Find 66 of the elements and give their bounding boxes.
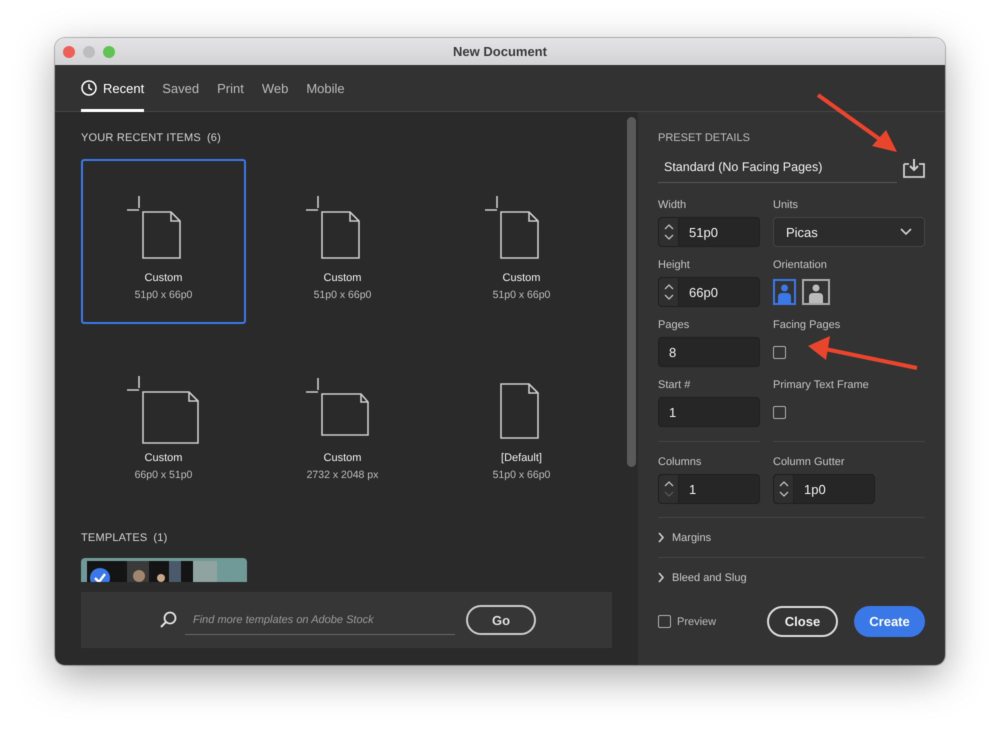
tile-size: 66p0 x 51p0 [134, 469, 192, 481]
number-field[interactable]: 1 [658, 474, 760, 504]
tile-size: 51p0 x 66p0 [134, 289, 192, 301]
preset-name-field[interactable]: Standard (No Facing Pages) [658, 152, 897, 183]
checkbox[interactable] [773, 406, 786, 418]
tile-size: 51p0 x 66p0 [314, 289, 372, 301]
document-tile[interactable]: Custom 66p0 x 51p0 [81, 339, 246, 504]
checkbox[interactable] [658, 615, 671, 628]
section-heading: PRESET DETAILS [658, 132, 751, 144]
field-label: Width [658, 199, 688, 212]
chevron-right-icon [658, 572, 665, 583]
document-tile[interactable]: [Default] 51p0 x 66p0 [439, 339, 604, 504]
section-heading: TEMPLATES [81, 532, 148, 544]
section-toggle[interactable]: Bleed and Slug [658, 557, 925, 597]
field-label: Units [773, 199, 800, 212]
number-field[interactable]: 1p0 [773, 474, 875, 504]
tile-name: Custom [144, 272, 182, 284]
landscape-orientation-icon[interactable] [802, 279, 830, 305]
chevron-down-icon [900, 228, 912, 236]
chevron-right-icon [658, 532, 665, 543]
document-tile[interactable]: Custom 51p0 x 66p0 [439, 159, 604, 324]
tile-name: Custom [144, 452, 182, 464]
field-label: Column Gutter [773, 456, 846, 469]
checkbox[interactable] [773, 346, 786, 358]
create-button[interactable]: Create [854, 606, 925, 637]
clock-icon [81, 80, 97, 96]
number-field[interactable]: 66p0 [658, 277, 760, 307]
document-tile[interactable]: Custom 2732 x 2048 px [260, 339, 425, 504]
text-field[interactable]: 8 [658, 337, 760, 367]
checkbox-label: Preview [677, 616, 716, 628]
go-button[interactable]: Go [466, 605, 536, 635]
item-count: (1) [153, 532, 168, 544]
field-label: Pages [658, 319, 690, 332]
save-preset-icon[interactable] [903, 158, 925, 178]
scrollbar[interactable] [627, 117, 636, 467]
field-label: Height [658, 259, 691, 272]
search-icon [159, 611, 177, 629]
document-tile[interactable]: Custom 51p0 x 66p0 [81, 159, 246, 324]
portrait-orientation-icon[interactable] [773, 279, 796, 305]
window-title: New Document [453, 44, 547, 59]
field-label: Columns [658, 456, 702, 469]
section-heading: YOUR RECENT ITEMS [81, 132, 201, 144]
document-icon [126, 376, 200, 446]
field-label: Orientation [773, 259, 828, 272]
section-toggle[interactable]: Margins [658, 517, 925, 557]
tile-size: 2732 x 2048 px [306, 469, 378, 481]
field-label: Start # [658, 379, 692, 392]
units-dropdown[interactable]: Picas [773, 217, 925, 247]
tab[interactable]: Saved [162, 65, 200, 112]
field-label: Primary Text Frame [773, 379, 870, 392]
document-tile[interactable]: Custom 51p0 x 66p0 [260, 159, 425, 324]
tile-name: Custom [324, 272, 362, 284]
tab[interactable]: Print [217, 65, 244, 112]
text-field[interactable]: 1 [658, 397, 760, 427]
tile-size: 51p0 x 66p0 [492, 469, 550, 481]
close-button[interactable]: Close [767, 606, 838, 637]
item-count: (6) [206, 132, 221, 144]
tab[interactable]: Mobile [306, 65, 345, 112]
tab[interactable]: Web [262, 65, 288, 112]
tile-name: [Default] [501, 452, 542, 464]
tile-size: 51p0 x 66p0 [492, 289, 550, 301]
number-field[interactable]: 51p0 [658, 217, 760, 247]
tile-name: Custom [324, 452, 362, 464]
tile-name: Custom [502, 272, 540, 284]
search-field[interactable]: Find more templates on Adobe Stock [185, 605, 455, 635]
field-label: Facing Pages [773, 319, 842, 332]
